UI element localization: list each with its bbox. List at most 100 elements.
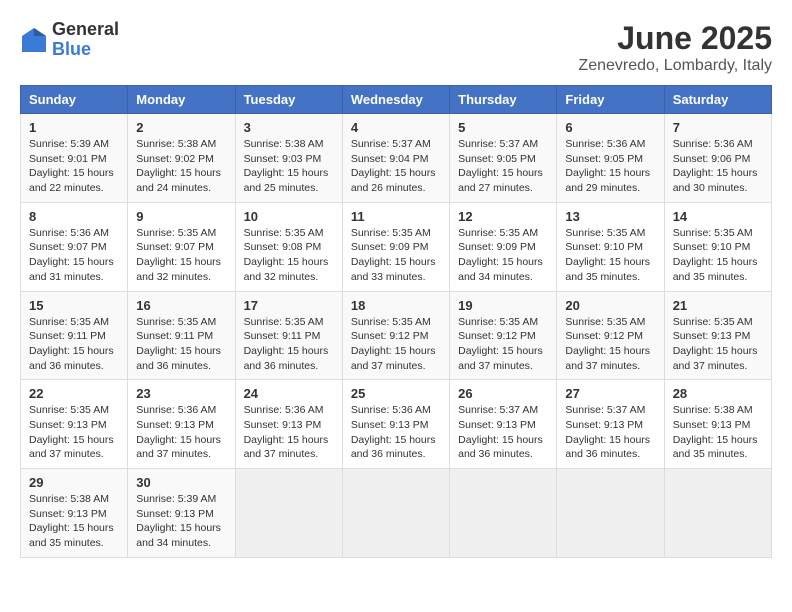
day-info: Sunrise: 5:35 AM Sunset: 9:13 PM Dayligh… <box>29 403 119 462</box>
table-row: 26 Sunrise: 5:37 AM Sunset: 9:13 PM Dayli… <box>450 380 557 469</box>
day-number: 7 <box>673 120 763 135</box>
day-number: 18 <box>351 298 441 313</box>
col-thursday: Thursday <box>450 86 557 114</box>
table-row <box>450 469 557 558</box>
table-row: 30 Sunrise: 5:39 AM Sunset: 9:13 PM Dayli… <box>128 469 235 558</box>
day-info: Sunrise: 5:36 AM Sunset: 9:05 PM Dayligh… <box>565 137 655 196</box>
table-row <box>557 469 664 558</box>
table-row: 24 Sunrise: 5:36 AM Sunset: 9:13 PM Dayli… <box>235 380 342 469</box>
table-row <box>664 469 771 558</box>
calendar-row: 29Sunrise: 5:38 AM Sunset: 9:13 PM Dayli… <box>21 469 772 558</box>
table-row: 12Sunrise: 5:35 AM Sunset: 9:09 PM Dayli… <box>450 202 557 291</box>
day-info: Sunrise: 5:35 AM Sunset: 9:09 PM Dayligh… <box>351 226 441 285</box>
day-info: Sunrise: 5:39 AM Sunset: 9:01 PM Dayligh… <box>29 137 119 196</box>
day-number: 28 <box>673 386 763 401</box>
logo-general: General <box>52 19 119 39</box>
day-info: Sunrise: 5:35 AM Sunset: 9:08 PM Dayligh… <box>244 226 334 285</box>
table-row <box>342 469 449 558</box>
day-number: 2 <box>136 120 226 135</box>
table-row: 2 Sunrise: 5:38 AM Sunset: 9:02 PM Daylig… <box>128 114 235 203</box>
table-row: 3 Sunrise: 5:38 AM Sunset: 9:03 PM Daylig… <box>235 114 342 203</box>
day-info: Sunrise: 5:39 AM Sunset: 9:13 PM Dayligh… <box>136 492 226 551</box>
day-number: 4 <box>351 120 441 135</box>
table-row: 6Sunrise: 5:36 AM Sunset: 9:05 PM Daylig… <box>557 114 664 203</box>
table-row: 19Sunrise: 5:35 AM Sunset: 9:12 PM Dayli… <box>450 291 557 380</box>
day-number: 29 <box>29 475 119 490</box>
table-row <box>235 469 342 558</box>
day-info: Sunrise: 5:36 AM Sunset: 9:13 PM Dayligh… <box>136 403 226 462</box>
day-info: Sunrise: 5:38 AM Sunset: 9:03 PM Dayligh… <box>244 137 334 196</box>
day-info: Sunrise: 5:35 AM Sunset: 9:12 PM Dayligh… <box>565 315 655 374</box>
calendar: Sunday Monday Tuesday Wednesday Thursday… <box>20 85 772 558</box>
day-info: Sunrise: 5:38 AM Sunset: 9:02 PM Dayligh… <box>136 137 226 196</box>
table-row: 7 Sunrise: 5:36 AM Sunset: 9:06 PM Daylig… <box>664 114 771 203</box>
day-number: 20 <box>565 298 655 313</box>
day-info: Sunrise: 5:35 AM Sunset: 9:07 PM Dayligh… <box>136 226 226 285</box>
day-number: 26 <box>458 386 548 401</box>
table-row: 13Sunrise: 5:35 AM Sunset: 9:10 PM Dayli… <box>557 202 664 291</box>
day-info: Sunrise: 5:36 AM Sunset: 9:06 PM Dayligh… <box>673 137 763 196</box>
day-info: Sunrise: 5:35 AM Sunset: 9:11 PM Dayligh… <box>29 315 119 374</box>
title-area: June 2025 Zenevredo, Lombardy, Italy <box>578 20 772 75</box>
table-row: 22 Sunrise: 5:35 AM Sunset: 9:13 PM Dayli… <box>21 380 128 469</box>
day-number: 23 <box>136 386 226 401</box>
table-row: 17 Sunrise: 5:35 AM Sunset: 9:11 PM Dayli… <box>235 291 342 380</box>
calendar-row: 15 Sunrise: 5:35 AM Sunset: 9:11 PM Dayli… <box>21 291 772 380</box>
col-sunday: Sunday <box>21 86 128 114</box>
day-info: Sunrise: 5:36 AM Sunset: 9:07 PM Dayligh… <box>29 226 119 285</box>
day-number: 15 <box>29 298 119 313</box>
col-saturday: Saturday <box>664 86 771 114</box>
day-number: 12 <box>458 209 548 224</box>
day-number: 27 <box>565 386 655 401</box>
table-row: 4 Sunrise: 5:37 AM Sunset: 9:04 PM Daylig… <box>342 114 449 203</box>
day-number: 30 <box>136 475 226 490</box>
col-monday: Monday <box>128 86 235 114</box>
table-row: 10 Sunrise: 5:35 AM Sunset: 9:08 PM Dayli… <box>235 202 342 291</box>
day-number: 25 <box>351 386 441 401</box>
day-info: Sunrise: 5:36 AM Sunset: 9:13 PM Dayligh… <box>244 403 334 462</box>
day-number: 3 <box>244 120 334 135</box>
table-row: 1 Sunrise: 5:39 AM Sunset: 9:01 PM Daylig… <box>21 114 128 203</box>
day-number: 13 <box>565 209 655 224</box>
table-row: 23 Sunrise: 5:36 AM Sunset: 9:13 PM Dayli… <box>128 380 235 469</box>
month-title: June 2025 <box>578 20 772 57</box>
day-info: Sunrise: 5:37 AM Sunset: 9:04 PM Dayligh… <box>351 137 441 196</box>
location-title: Zenevredo, Lombardy, Italy <box>578 57 772 75</box>
logo-text: General Blue <box>52 20 119 60</box>
table-row: 28 Sunrise: 5:38 AM Sunset: 9:13 PM Dayli… <box>664 380 771 469</box>
day-info: Sunrise: 5:38 AM Sunset: 9:13 PM Dayligh… <box>673 403 763 462</box>
day-number: 10 <box>244 209 334 224</box>
day-info: Sunrise: 5:36 AM Sunset: 9:13 PM Dayligh… <box>351 403 441 462</box>
calendar-header-row: Sunday Monday Tuesday Wednesday Thursday… <box>21 86 772 114</box>
col-friday: Friday <box>557 86 664 114</box>
day-number: 22 <box>29 386 119 401</box>
day-info: Sunrise: 5:35 AM Sunset: 9:10 PM Dayligh… <box>673 226 763 285</box>
table-row: 18 Sunrise: 5:35 AM Sunset: 9:12 PM Dayli… <box>342 291 449 380</box>
day-number: 5 <box>458 120 548 135</box>
table-row: 20 Sunrise: 5:35 AM Sunset: 9:12 PM Dayli… <box>557 291 664 380</box>
day-info: Sunrise: 5:35 AM Sunset: 9:12 PM Dayligh… <box>458 315 548 374</box>
table-row: 27 Sunrise: 5:37 AM Sunset: 9:13 PM Dayli… <box>557 380 664 469</box>
day-info: Sunrise: 5:35 AM Sunset: 9:11 PM Dayligh… <box>244 315 334 374</box>
day-number: 21 <box>673 298 763 313</box>
logo-icon <box>20 26 48 54</box>
day-number: 1 <box>29 120 119 135</box>
table-row: 25 Sunrise: 5:36 AM Sunset: 9:13 PM Dayli… <box>342 380 449 469</box>
table-row: 15 Sunrise: 5:35 AM Sunset: 9:11 PM Dayli… <box>21 291 128 380</box>
day-info: Sunrise: 5:35 AM Sunset: 9:12 PM Dayligh… <box>351 315 441 374</box>
table-row: 8Sunrise: 5:36 AM Sunset: 9:07 PM Daylig… <box>21 202 128 291</box>
day-number: 24 <box>244 386 334 401</box>
day-info: Sunrise: 5:35 AM Sunset: 9:11 PM Dayligh… <box>136 315 226 374</box>
day-number: 16 <box>136 298 226 313</box>
page-header: General Blue June 2025 Zenevredo, Lombar… <box>20 20 772 75</box>
table-row: 11 Sunrise: 5:35 AM Sunset: 9:09 PM Dayli… <box>342 202 449 291</box>
day-info: Sunrise: 5:37 AM Sunset: 9:13 PM Dayligh… <box>565 403 655 462</box>
day-number: 14 <box>673 209 763 224</box>
col-wednesday: Wednesday <box>342 86 449 114</box>
logo: General Blue <box>20 20 119 60</box>
calendar-row: 8Sunrise: 5:36 AM Sunset: 9:07 PM Daylig… <box>21 202 772 291</box>
day-number: 17 <box>244 298 334 313</box>
day-info: Sunrise: 5:37 AM Sunset: 9:13 PM Dayligh… <box>458 403 548 462</box>
logo-blue: Blue <box>52 39 91 59</box>
day-number: 11 <box>351 209 441 224</box>
